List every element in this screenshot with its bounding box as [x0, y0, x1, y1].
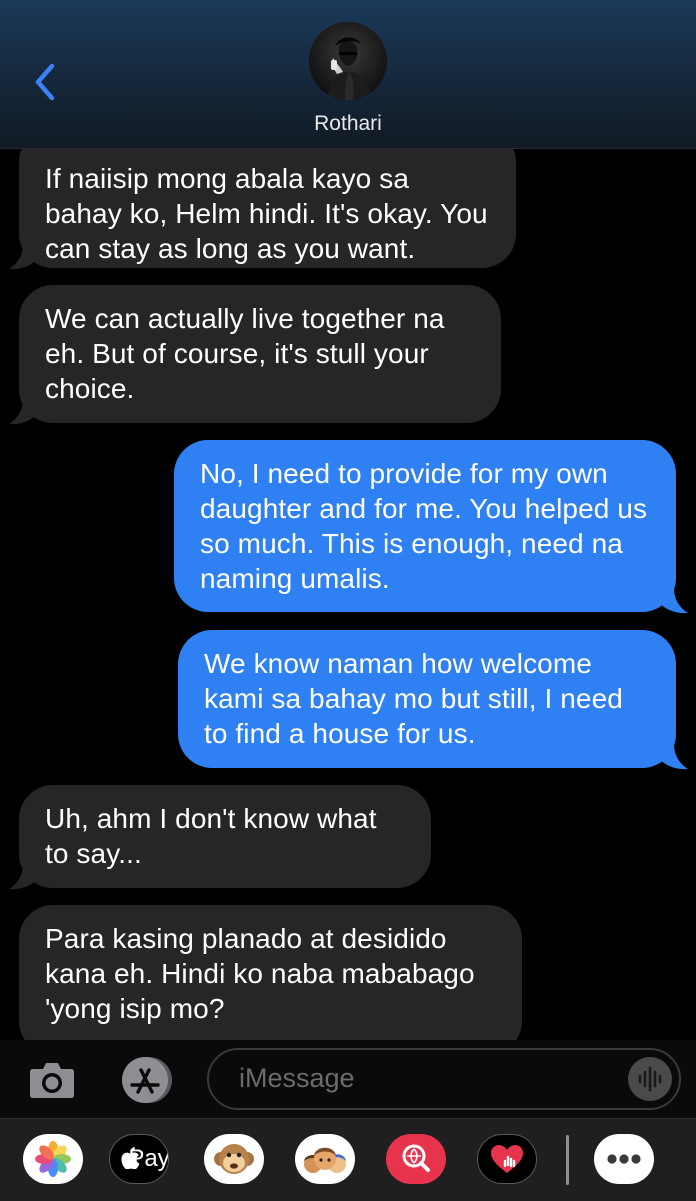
message-text: We know naman how welcome kami sa bahay … — [204, 648, 623, 749]
conversation-header: Rothari — [0, 0, 696, 149]
message-bubble-received[interactable]: We can actually live together na eh. But… — [19, 285, 501, 423]
more-icon — [607, 1154, 641, 1164]
app-store-icon[interactable] — [117, 1054, 177, 1106]
apple-pay-button[interactable]: Pay — [109, 1134, 169, 1184]
audio-message-button[interactable] — [628, 1057, 672, 1101]
bubble-tail — [658, 588, 688, 614]
memoji-stickers-button[interactable] — [295, 1134, 355, 1184]
message-bubble-received[interactable]: Para kasing planado at desidido kana eh.… — [19, 905, 522, 1040]
photos-app-button[interactable] — [23, 1134, 83, 1184]
back-chevron-icon[interactable] — [28, 58, 64, 106]
message-input-placeholder: iMessage — [239, 1063, 355, 1093]
message-bubble-sent[interactable]: No, I need to provide for my own daughte… — [174, 440, 676, 612]
imessage-app-drawer: Pay — [0, 1118, 696, 1201]
contact-avatar[interactable] — [309, 22, 387, 100]
bubble-tail — [658, 744, 688, 770]
message-text: Para kasing planado at desidido kana eh.… — [45, 923, 475, 1024]
bubble-tail — [9, 244, 39, 270]
message-text: Uh, ahm I don't know what to say... — [45, 803, 377, 869]
digital-touch-button[interactable] — [477, 1134, 537, 1184]
drawer-divider — [566, 1135, 569, 1185]
message-bubble-received[interactable]: Uh, ahm I don't know what to say... — [19, 785, 431, 888]
image-search-icon — [402, 1144, 430, 1172]
contact-name[interactable]: Rothari — [0, 112, 696, 136]
message-text: No, I need to provide for my own daughte… — [200, 458, 648, 594]
bubble-tail — [9, 399, 39, 425]
message-input[interactable]: iMessage — [207, 1048, 681, 1110]
photos-icon — [35, 1141, 71, 1177]
bubble-tail — [9, 864, 39, 890]
digital-touch-icon — [491, 1145, 523, 1173]
message-text: If naiisip mong abala kayo sa bahay ko, … — [45, 163, 488, 264]
waveform-icon — [638, 1066, 662, 1092]
animoji-button[interactable] — [204, 1134, 264, 1184]
message-thread[interactable]: If naiisip mong abala kayo sa bahay ko, … — [0, 0, 696, 1040]
message-bubble-sent[interactable]: We know naman how welcome kami sa bahay … — [178, 630, 676, 768]
camera-icon[interactable] — [27, 1059, 77, 1101]
images-search-button[interactable] — [386, 1134, 446, 1184]
more-apps-button[interactable] — [594, 1134, 654, 1184]
compose-bar: iMessage — [0, 1040, 696, 1118]
message-bubble-received[interactable]: If naiisip mong abala kayo sa bahay ko, … — [19, 128, 516, 268]
monkey-memoji-icon — [214, 1144, 254, 1174]
memoji-stickers-icon — [304, 1147, 346, 1173]
message-text: We can actually live together na eh. But… — [45, 303, 445, 404]
apple-pay-label: Pay — [128, 1145, 169, 1172]
contact-photo — [309, 22, 387, 100]
